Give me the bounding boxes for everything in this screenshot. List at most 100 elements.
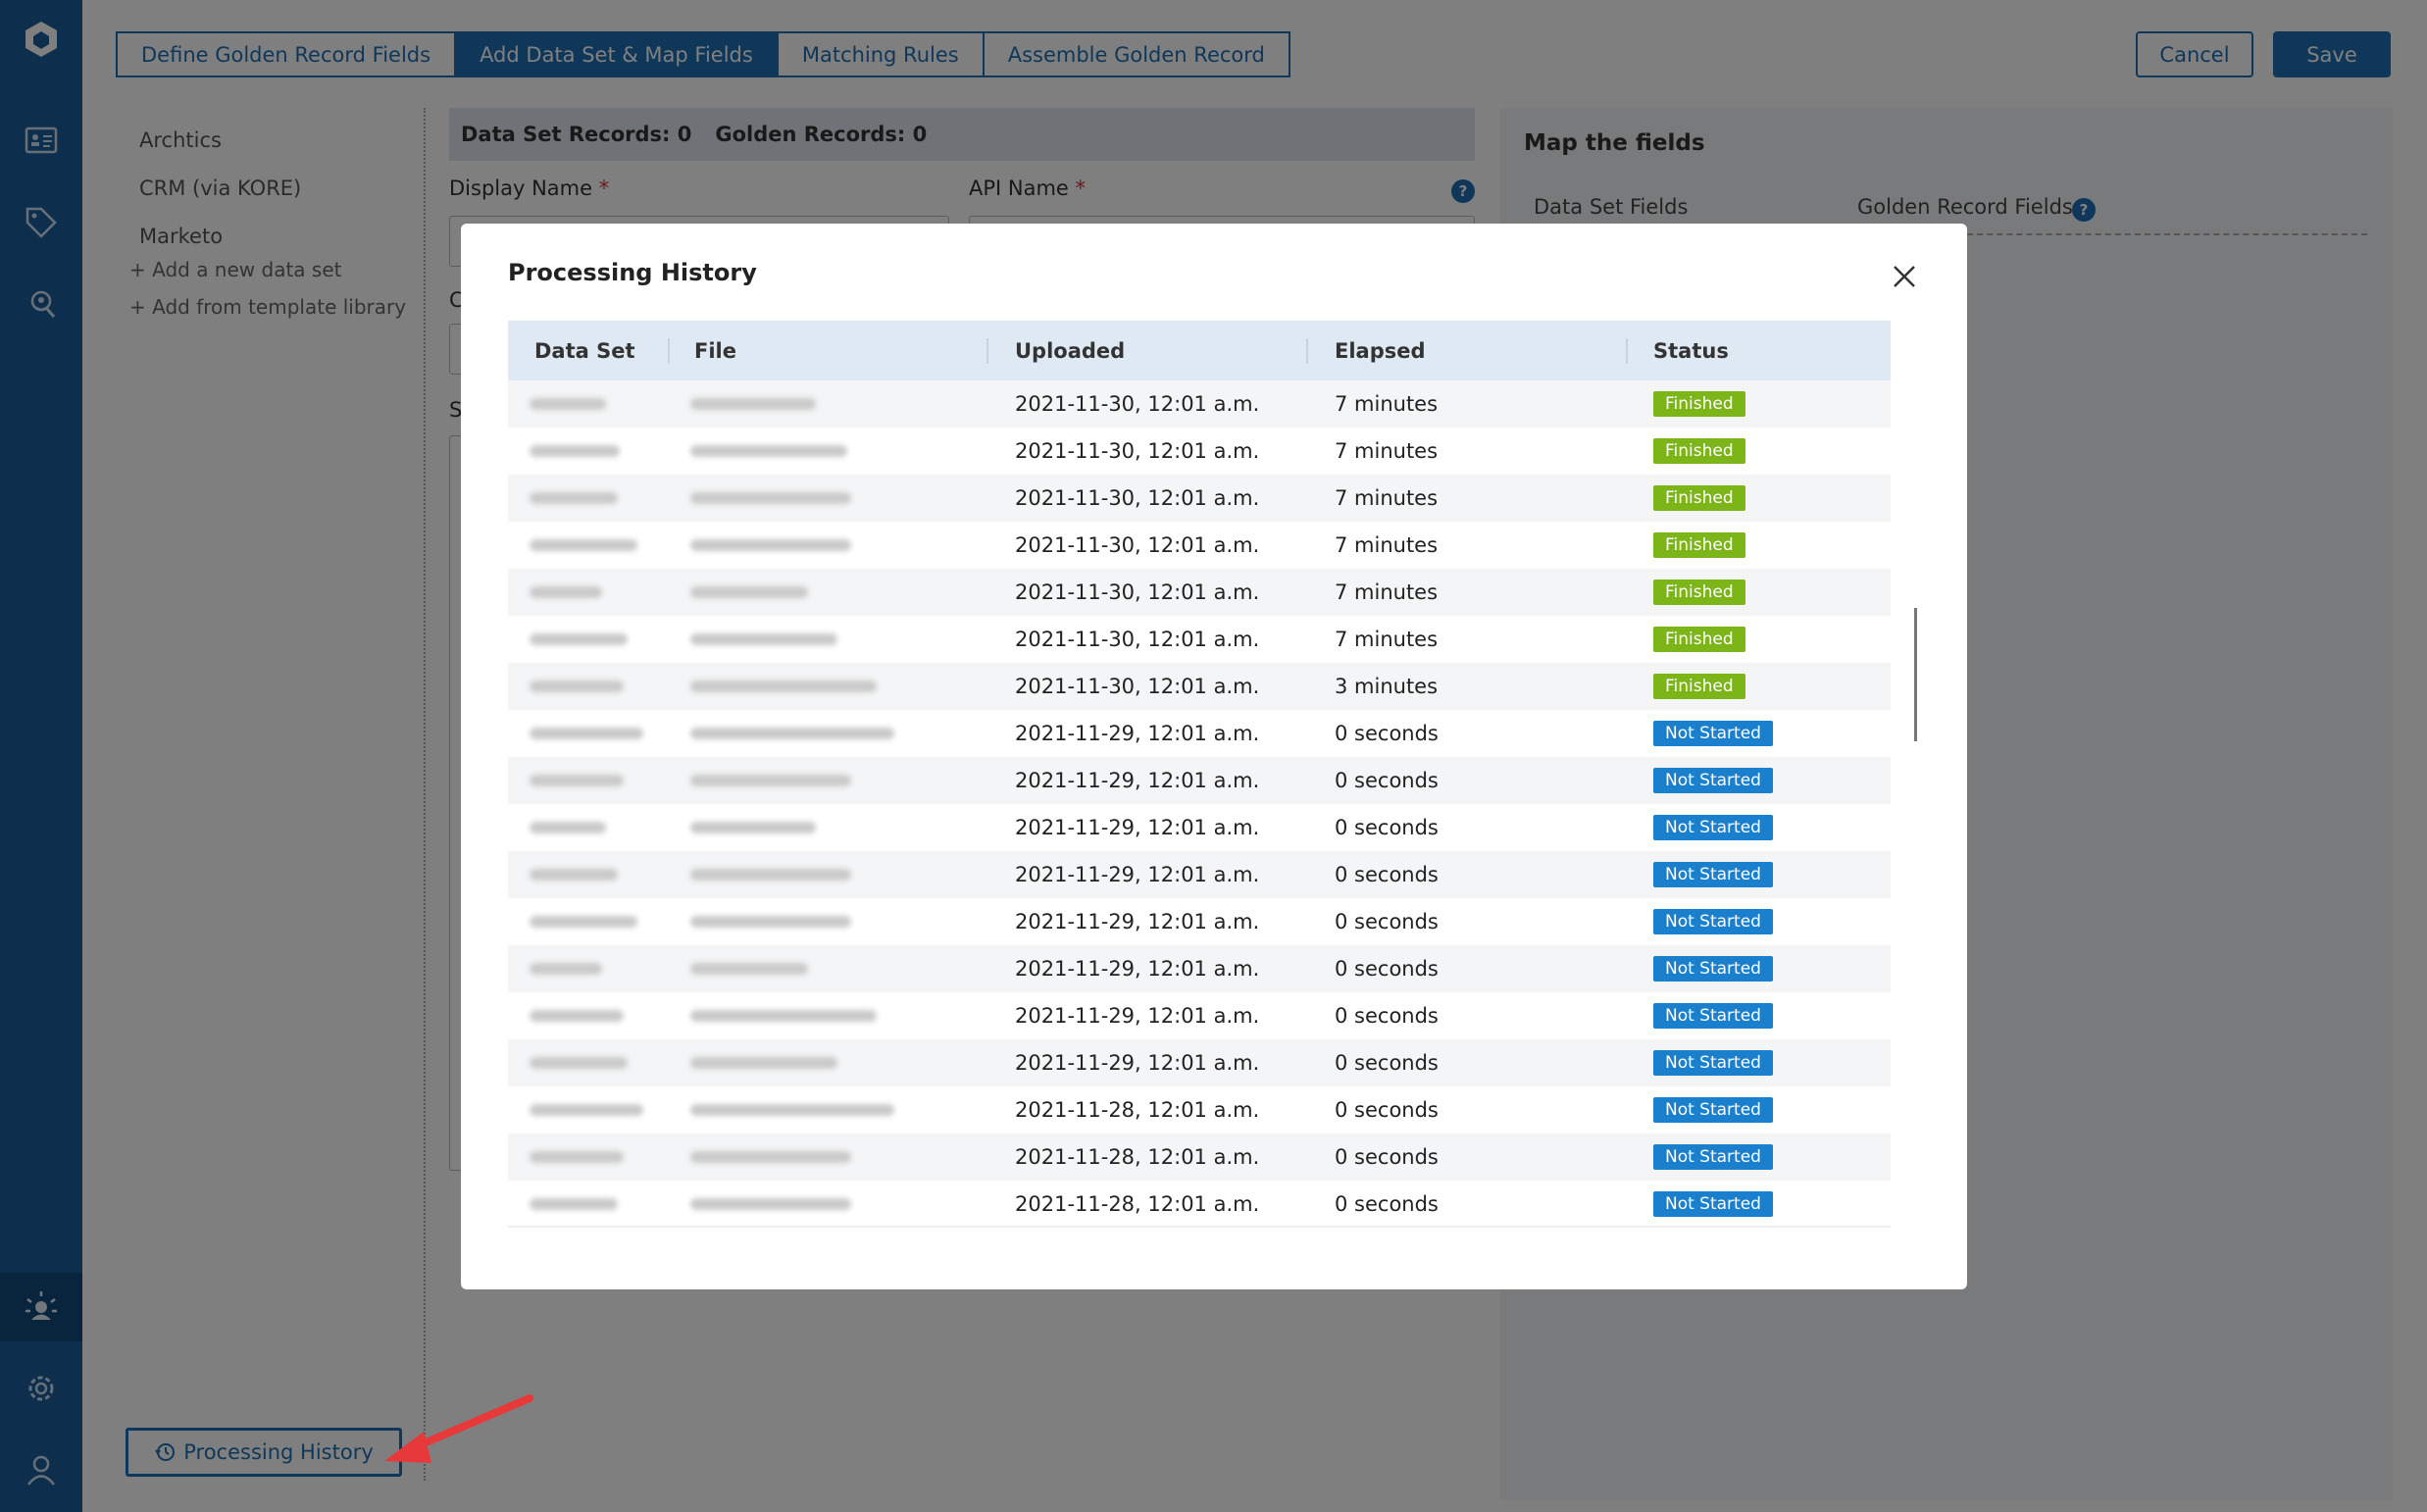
dataset-cell: [530, 757, 624, 804]
table-row[interactable]: 2021-11-28, 12:01 a.m. 0 seconds Not Start…: [508, 1086, 1891, 1134]
uploaded-cell: 2021-11-30, 12:01 a.m.: [1015, 675, 1260, 698]
redacted-text: [690, 1198, 851, 1210]
dataset-cell: [530, 804, 606, 851]
status-badge: Finished: [1653, 485, 1745, 511]
redacted-text: [690, 869, 851, 881]
redacted-text: [530, 1010, 624, 1022]
uploaded-cell: 2021-11-29, 12:01 a.m.: [1015, 910, 1260, 933]
dataset-cell: [530, 475, 618, 522]
uploaded-cell: 2021-11-30, 12:01 a.m.: [1015, 533, 1260, 557]
table-scrollbar[interactable]: [1914, 608, 1917, 741]
redacted-text: [530, 586, 602, 598]
redacted-text: [690, 633, 837, 645]
uploaded-cell: 2021-11-29, 12:01 a.m.: [1015, 957, 1260, 981]
status-cell: Not Started: [1653, 992, 1773, 1039]
redacted-text: [690, 492, 851, 504]
redacted-text: [530, 775, 624, 786]
table-row[interactable]: 2021-11-30, 12:01 a.m. 3 minutes Finished: [508, 663, 1891, 710]
status-cell: Finished: [1653, 616, 1745, 663]
dataset-cell: [530, 380, 606, 428]
column-header-dataset[interactable]: Data Set: [534, 321, 635, 380]
elapsed-cell: 7 minutes: [1335, 580, 1439, 604]
file-cell: [690, 522, 851, 569]
redacted-text: [690, 680, 877, 692]
status-cell: Finished: [1653, 663, 1745, 710]
file-cell: [690, 1181, 851, 1228]
table-row[interactable]: 2021-11-29, 12:01 a.m. 0 seconds Not Start…: [508, 898, 1891, 945]
file-cell: [690, 1039, 837, 1086]
table-row[interactable]: 2021-11-29, 12:01 a.m. 0 seconds Not Start…: [508, 804, 1891, 851]
redacted-text: [530, 728, 643, 739]
redacted-text: [690, 1104, 894, 1116]
table-row[interactable]: 2021-11-29, 12:01 a.m. 0 seconds Not Start…: [508, 945, 1891, 992]
file-cell: [690, 992, 877, 1039]
file-cell: [690, 804, 816, 851]
elapsed-cell: 0 seconds: [1335, 816, 1439, 839]
redacted-text: [690, 775, 851, 786]
dataset-cell: [530, 428, 620, 475]
column-header-file[interactable]: File: [694, 321, 736, 380]
elapsed-cell: 0 seconds: [1335, 1192, 1439, 1216]
dataset-cell: [530, 898, 637, 945]
uploaded-cell: 2021-11-29, 12:01 a.m.: [1015, 863, 1260, 886]
table-row[interactable]: 2021-11-30, 12:01 a.m. 7 minutes Finished: [508, 475, 1891, 522]
table-row[interactable]: 2021-11-30, 12:01 a.m. 7 minutes Finished: [508, 428, 1891, 475]
file-cell: [690, 710, 894, 757]
redacted-text: [530, 1151, 624, 1163]
uploaded-cell: 2021-11-29, 12:01 a.m.: [1015, 1051, 1260, 1075]
dataset-cell: [530, 992, 624, 1039]
status-badge: Not Started: [1653, 956, 1773, 982]
status-badge: Not Started: [1653, 721, 1773, 746]
status-cell: Finished: [1653, 569, 1745, 616]
redacted-text: [690, 1057, 837, 1069]
status-badge: Finished: [1653, 532, 1745, 558]
dataset-cell: [530, 663, 624, 710]
status-badge: Not Started: [1653, 1144, 1773, 1170]
modal-title: Processing History: [508, 259, 757, 286]
close-icon[interactable]: [1887, 259, 1922, 294]
uploaded-cell: 2021-11-29, 12:01 a.m.: [1015, 769, 1260, 792]
redacted-text: [530, 492, 618, 504]
table-row[interactable]: 2021-11-30, 12:01 a.m. 7 minutes Finished: [508, 522, 1891, 569]
table-row[interactable]: 2021-11-29, 12:01 a.m. 0 seconds Not Start…: [508, 757, 1891, 804]
table-row[interactable]: 2021-11-28, 12:01 a.m. 0 seconds Not Start…: [508, 1181, 1891, 1228]
uploaded-cell: 2021-11-30, 12:01 a.m.: [1015, 439, 1260, 463]
status-badge: Not Started: [1653, 768, 1773, 793]
table-row[interactable]: 2021-11-30, 12:01 a.m. 7 minutes Finished: [508, 569, 1891, 616]
redacted-text: [690, 822, 816, 833]
file-cell: [690, 898, 851, 945]
status-cell: Not Started: [1653, 1134, 1773, 1181]
table-row[interactable]: 2021-11-29, 12:01 a.m. 0 seconds Not Start…: [508, 851, 1891, 898]
elapsed-cell: 0 seconds: [1335, 957, 1439, 981]
status-badge: Finished: [1653, 674, 1745, 699]
table-row[interactable]: 2021-11-30, 12:01 a.m. 7 minutes Finished: [508, 616, 1891, 663]
column-header-uploaded[interactable]: Uploaded: [1015, 321, 1125, 380]
elapsed-cell: 7 minutes: [1335, 486, 1439, 510]
history-table: Data Set File Uploaded Elapsed Status 20…: [508, 321, 1891, 1229]
status-cell: Not Started: [1653, 851, 1773, 898]
uploaded-cell: 2021-11-29, 12:01 a.m.: [1015, 1004, 1260, 1028]
elapsed-cell: 7 minutes: [1335, 439, 1439, 463]
status-cell: Not Started: [1653, 710, 1773, 757]
file-cell: [690, 851, 851, 898]
column-header-status[interactable]: Status: [1653, 321, 1729, 380]
uploaded-cell: 2021-11-30, 12:01 a.m.: [1015, 486, 1260, 510]
file-cell: [690, 757, 851, 804]
table-row[interactable]: 2021-11-29, 12:01 a.m. 0 seconds Not Start…: [508, 1039, 1891, 1086]
table-row[interactable]: 2021-11-29, 12:01 a.m. 0 seconds Not Start…: [508, 710, 1891, 757]
elapsed-cell: 3 minutes: [1335, 675, 1439, 698]
elapsed-cell: 0 seconds: [1335, 769, 1439, 792]
dataset-cell: [530, 945, 602, 992]
annotation-arrow-icon: [384, 1394, 533, 1463]
table-body: 2021-11-30, 12:01 a.m. 7 minutes Finished 2…: [508, 380, 1891, 1228]
table-row[interactable]: 2021-11-29, 12:01 a.m. 0 seconds Not Start…: [508, 992, 1891, 1039]
status-badge: Not Started: [1653, 1050, 1773, 1076]
dataset-cell: [530, 1181, 618, 1228]
uploaded-cell: 2021-11-29, 12:01 a.m.: [1015, 816, 1260, 839]
table-row[interactable]: 2021-11-30, 12:01 a.m. 7 minutes Finished: [508, 380, 1891, 428]
column-header-elapsed[interactable]: Elapsed: [1335, 321, 1426, 380]
uploaded-cell: 2021-11-28, 12:01 a.m.: [1015, 1098, 1260, 1122]
redacted-text: [690, 586, 808, 598]
status-badge: Finished: [1653, 580, 1745, 605]
table-row[interactable]: 2021-11-28, 12:01 a.m. 0 seconds Not Start…: [508, 1134, 1891, 1181]
